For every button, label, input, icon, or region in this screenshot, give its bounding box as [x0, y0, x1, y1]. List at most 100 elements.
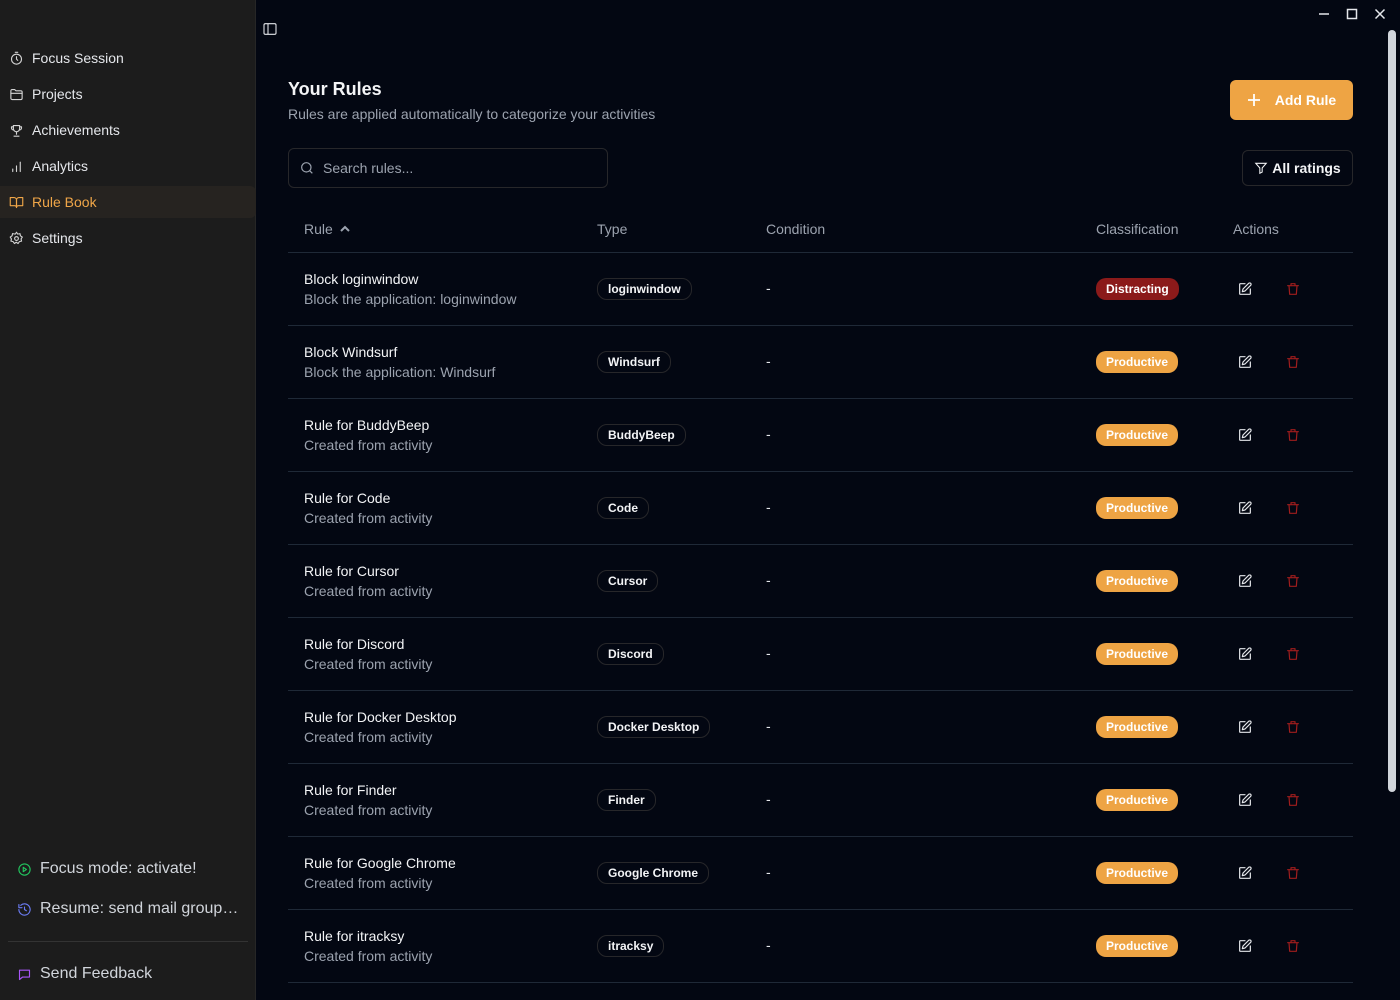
column-header-condition: Condition [766, 220, 826, 237]
close-icon[interactable] [1366, 4, 1394, 24]
condition-cell: - [750, 791, 1080, 809]
filter-label: All ratings [1272, 160, 1341, 176]
main-content: Your Rules Rules are applied automatical… [288, 0, 1353, 1000]
send-feedback-button[interactable]: Send Feedback [0, 954, 256, 994]
trash-icon[interactable] [1285, 427, 1301, 443]
sidebar-item-settings[interactable]: Settings [0, 222, 256, 254]
condition-value: - [766, 645, 771, 661]
trash-icon[interactable] [1285, 646, 1301, 662]
sidebar-nav: Focus Session Projects Achievements Anal… [0, 42, 256, 258]
table-row: Block loginwindow Block the application:… [288, 253, 1353, 326]
trash-icon[interactable] [1285, 792, 1301, 808]
sidebar: Focus Session Projects Achievements Anal… [0, 0, 256, 1000]
type-cell: BuddyBeep [581, 424, 750, 446]
scrollbar[interactable] [1386, 28, 1398, 1000]
sidebar-item-achievements[interactable]: Achievements [0, 114, 256, 146]
edit-icon[interactable] [1237, 792, 1253, 808]
actions-cell [1217, 573, 1353, 589]
type-cell: Finder [581, 789, 750, 811]
table-row: Rule for Docker Desktop Created from act… [288, 691, 1353, 764]
send-feedback-label: Send Feedback [40, 965, 153, 982]
rule-description: Created from activity [304, 948, 433, 964]
type-cell: Cursor [581, 570, 750, 592]
trash-icon[interactable] [1285, 573, 1301, 589]
page-subtitle: Rules are applied automatically to categ… [288, 106, 656, 122]
type-cell: Docker Desktop [581, 716, 750, 738]
classification-cell: Productive [1080, 789, 1217, 811]
rule-name: Rule for Docker Desktop [304, 709, 457, 725]
column-header-rule[interactable]: Rule [288, 221, 581, 237]
edit-icon[interactable] [1237, 865, 1253, 881]
message-icon [16, 966, 32, 982]
edit-icon[interactable] [1237, 354, 1253, 370]
sidebar-toggle-icon[interactable] [262, 21, 278, 37]
trash-icon[interactable] [1285, 500, 1301, 516]
type-badge: itracksy [597, 935, 665, 957]
classification-badge: Productive [1096, 716, 1179, 738]
focus-mode-activate[interactable]: Focus mode: activate! [0, 849, 256, 889]
classification-badge: Productive [1096, 935, 1179, 957]
add-rule-button[interactable]: Add Rule [1230, 80, 1353, 120]
scrollbar-thumb[interactable] [1388, 30, 1396, 792]
edit-icon[interactable] [1237, 500, 1253, 516]
rule-name: Rule for Finder [304, 782, 397, 798]
rule-name: Rule for Discord [304, 636, 405, 652]
rule-description: Block the application: Windsurf [304, 364, 496, 380]
sidebar-item-projects[interactable]: Projects [0, 78, 256, 110]
type-cell: Google Chrome [581, 862, 750, 884]
condition-value: - [766, 499, 771, 515]
timer-icon [8, 50, 24, 66]
actions-cell [1217, 354, 1353, 370]
trash-icon[interactable] [1285, 281, 1301, 297]
rule-description: Created from activity [304, 583, 433, 599]
edit-icon[interactable] [1237, 281, 1253, 297]
search-input[interactable] [323, 160, 593, 176]
actions-cell [1217, 500, 1353, 516]
edit-icon[interactable] [1237, 719, 1253, 735]
resume-session[interactable]: Resume: send mail group chats [0, 889, 256, 929]
trophy-icon [8, 122, 24, 138]
classification-badge: Productive [1096, 570, 1179, 592]
edit-icon[interactable] [1237, 646, 1253, 662]
sort-ascending-icon[interactable] [339, 223, 351, 235]
search-box[interactable] [288, 148, 608, 188]
classification-cell: Productive [1080, 935, 1217, 957]
table-body: Block loginwindow Block the application:… [288, 253, 1353, 983]
actions-cell [1217, 281, 1353, 297]
rule-cell: Block loginwindow Block the application:… [288, 269, 581, 309]
condition-cell: - [750, 572, 1080, 590]
sidebar-item-rule-book[interactable]: Rule Book [0, 186, 256, 218]
sidebar-item-analytics[interactable]: Analytics [0, 150, 256, 182]
trash-icon[interactable] [1285, 865, 1301, 881]
rule-name: Rule for Google Chrome [304, 855, 456, 871]
type-cell: Code [581, 497, 750, 519]
rule-cell: Block Windsurf Block the application: Wi… [288, 342, 581, 382]
condition-cell: - [750, 718, 1080, 736]
table-row: Rule for BuddyBeep Created from activity… [288, 399, 1353, 472]
condition-value: - [766, 937, 771, 953]
condition-value: - [766, 426, 771, 442]
edit-icon[interactable] [1237, 938, 1253, 954]
classification-cell: Productive [1080, 862, 1217, 884]
actions-cell [1217, 719, 1353, 735]
trash-icon[interactable] [1285, 938, 1301, 954]
condition-value: - [766, 791, 771, 807]
column-header-classification: Classification [1096, 220, 1179, 237]
type-badge: Code [597, 497, 649, 519]
rule-description: Created from activity [304, 437, 433, 453]
sidebar-item-focus-session[interactable]: Focus Session [0, 42, 256, 74]
edit-icon[interactable] [1237, 427, 1253, 443]
rating-filter-button[interactable]: All ratings [1242, 150, 1353, 186]
add-rule-label: Add Rule [1274, 92, 1337, 108]
rules-table: Rule Type Condition Classification Actio… [288, 205, 1353, 983]
type-badge: loginwindow [597, 278, 692, 300]
condition-value: - [766, 718, 771, 734]
app-window: Focus Session Projects Achievements Anal… [0, 0, 1400, 1000]
trash-icon[interactable] [1285, 354, 1301, 370]
sidebar-item-label: Projects [32, 86, 83, 102]
trash-icon[interactable] [1285, 719, 1301, 735]
type-cell: loginwindow [581, 278, 750, 300]
edit-icon[interactable] [1237, 573, 1253, 589]
rule-cell: Rule for Discord Created from activity [288, 634, 581, 674]
type-badge: Windsurf [597, 351, 671, 373]
